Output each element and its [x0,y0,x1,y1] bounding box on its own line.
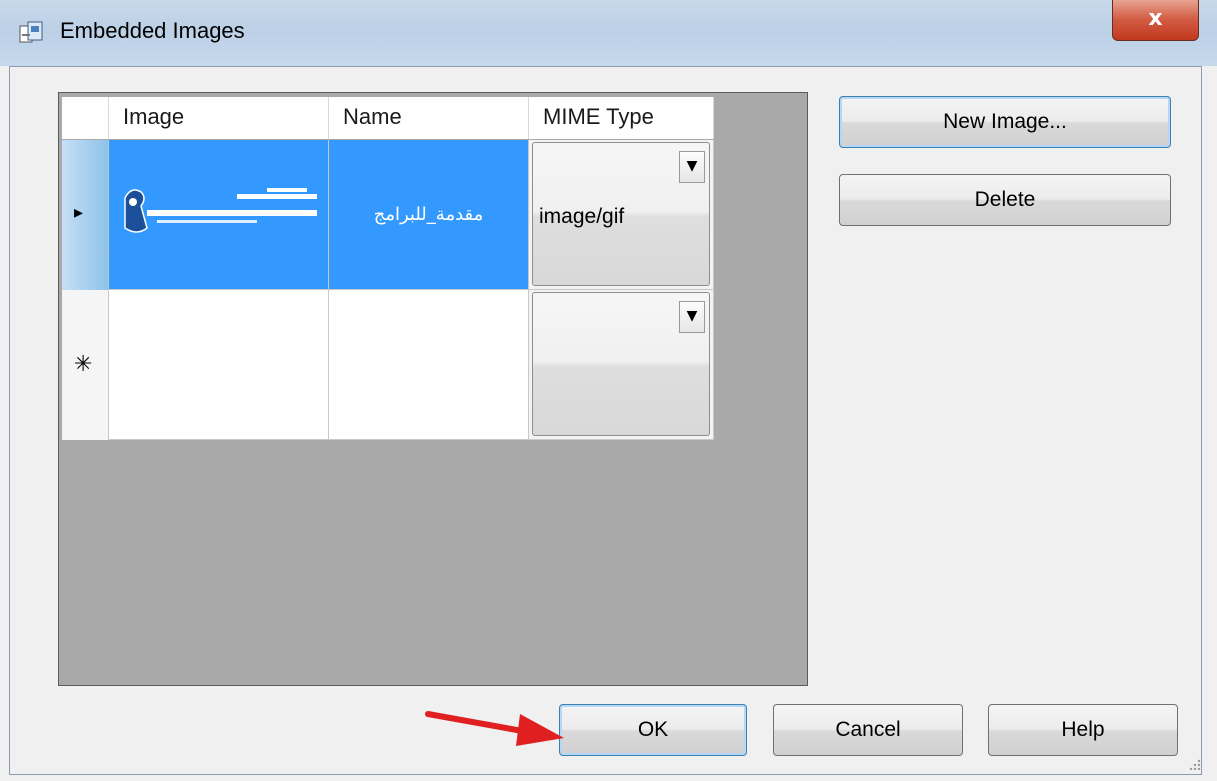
name-cell[interactable] [329,290,529,440]
mime-type-value: image/gif [539,205,625,228]
row-header[interactable]: ▸ [62,140,109,290]
ok-button[interactable]: OK [559,704,747,756]
image-cell[interactable] [109,140,329,290]
new-image-button[interactable]: New Image... [839,96,1171,148]
title-bar: Embedded Images [0,0,1217,66]
chevron-down-icon[interactable]: ▼ [679,301,705,333]
column-header-name[interactable]: Name [329,97,529,139]
chevron-down-icon[interactable]: ▼ [679,151,705,183]
table-row[interactable]: ▸ مقدمة_للبرامج image/gif ▼ [62,140,714,290]
mime-type-dropdown[interactable]: ▼ [532,292,710,436]
new-row-asterisk-icon: ✳ [74,352,93,377]
help-button[interactable]: Help [988,704,1178,756]
cancel-button[interactable]: Cancel [773,704,963,756]
row-header[interactable]: ✳ [62,290,109,440]
delete-button[interactable]: Delete [839,174,1171,226]
column-header-image[interactable]: Image [109,97,329,139]
mime-type-dropdown[interactable]: image/gif ▼ [532,142,710,286]
new-row[interactable]: ✳ ▼ [62,290,714,440]
row-header-corner [62,97,109,139]
current-row-marker-icon: ▸ [74,202,84,223]
image-cell[interactable] [109,290,329,440]
name-cell[interactable]: مقدمة_للبرامج [329,140,529,290]
resize-grip-icon[interactable] [1188,758,1202,772]
grid-header: Image Name MIME Type [62,97,714,139]
window-title: Embedded Images [60,18,245,43]
mime-type-cell[interactable]: image/gif ▼ [529,140,714,290]
annotation-arrow-icon [425,711,564,746]
column-header-mime-type[interactable]: MIME Type [529,97,714,139]
embedded-images-icon [19,21,43,43]
close-button[interactable]: x [1112,0,1199,41]
image-thumbnail [124,188,317,233]
mime-type-cell[interactable]: ▼ [529,290,714,440]
